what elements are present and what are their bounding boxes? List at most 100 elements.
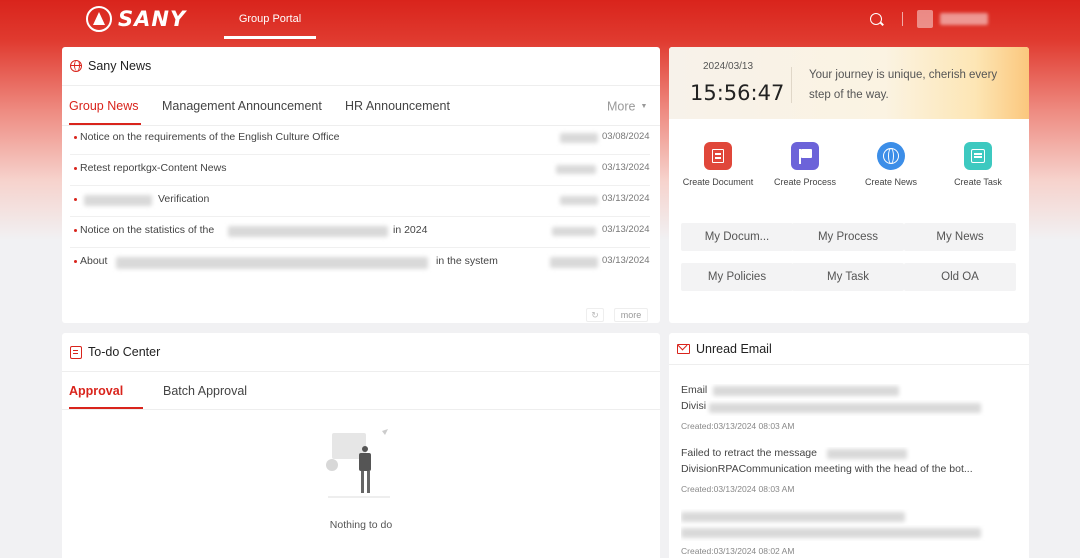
- tab-batch-approval[interactable]: Batch Approval: [163, 384, 247, 410]
- bullet-icon: [74, 229, 77, 232]
- avatar[interactable]: [917, 10, 933, 28]
- title-redacted: [84, 195, 152, 206]
- nav-tab-group-portal[interactable]: Group Portal: [224, 0, 316, 39]
- news-title-text: Sany News: [88, 59, 152, 73]
- todo-center-card: To-do Center Approval Batch Approval Not…: [62, 333, 660, 558]
- news-item-date: 03/13/2024: [602, 224, 650, 235]
- mail-icon: [677, 344, 690, 354]
- unread-email-card: Unread Email Email Divisi Created:03/13/…: [669, 333, 1029, 558]
- email-card-title: Unread Email: [677, 342, 772, 356]
- quick-action-label: Create Document: [682, 177, 754, 187]
- tab-hr-announcement[interactable]: HR Announcement: [345, 99, 450, 125]
- news-item-title[interactable]: Retest reportkgx-Content News: [80, 162, 226, 174]
- email-sender: Divisi: [681, 400, 707, 412]
- todo-card-title: To-do Center: [70, 345, 160, 359]
- email-sender: DivisionRPACommunication meeting with th…: [681, 463, 973, 475]
- create-process-button[interactable]: Create Process: [760, 142, 850, 187]
- tab-group-news[interactable]: Group News: [69, 99, 141, 125]
- subject-redacted: [827, 449, 907, 459]
- sany-logo-icon: [86, 6, 112, 32]
- task-icon: [964, 142, 992, 170]
- author-redacted: [556, 165, 596, 174]
- flag-icon: [791, 142, 819, 170]
- shortcut-my-documents[interactable]: My Docum...: [681, 223, 793, 251]
- globe-icon: [70, 60, 82, 72]
- logo-text: SANY: [118, 7, 187, 31]
- email-subject: Email: [681, 384, 708, 396]
- tab-management-announcement[interactable]: Management Announcement: [162, 99, 322, 125]
- quick-action-label: Create Task: [954, 177, 1002, 187]
- email-item[interactable]: Email Divisi Created:03/13/2024 08:03 AM: [681, 384, 1011, 431]
- news-item-title[interactable]: Notice on the requirements of the Englis…: [80, 131, 340, 143]
- empty-state-text: Nothing to do: [329, 519, 393, 531]
- email-item[interactable]: Failed to retract the message DivisionRP…: [681, 447, 1011, 494]
- more-tab-label: More: [607, 99, 636, 114]
- more-dropdown[interactable]: More ▼: [607, 99, 647, 114]
- news-item-title[interactable]: About: [80, 255, 107, 267]
- globe-icon: [877, 142, 905, 170]
- search-icon[interactable]: [870, 13, 882, 25]
- refresh-icon[interactable]: ↻: [586, 308, 604, 322]
- email-subject: Failed to retract the message: [681, 447, 817, 459]
- divider: [62, 85, 660, 86]
- bullet-icon: [74, 167, 77, 170]
- clock-banner: 2024/03/13 15:56:47 Your journey is uniq…: [669, 47, 1029, 119]
- shortcut-my-task[interactable]: My Task: [792, 263, 904, 291]
- motivational-quote: Your journey is unique, cherish every st…: [809, 69, 998, 101]
- quick-action-label: Create Process: [773, 177, 837, 187]
- news-tabs: Group News Management Announcement HR An…: [62, 93, 660, 125]
- news-item-title-suffix[interactable]: in 2024: [393, 224, 427, 236]
- top-header: SANY Group Portal: [0, 0, 1080, 40]
- subject-redacted: [713, 386, 899, 396]
- news-item-title[interactable]: Notice on the statistics of the: [80, 224, 214, 236]
- sender-redacted: [709, 403, 981, 413]
- author-redacted: [560, 133, 598, 143]
- document-icon: [704, 142, 732, 170]
- shortcut-old-oa[interactable]: Old OA: [904, 263, 1016, 291]
- username-redacted[interactable]: [940, 13, 988, 25]
- create-task-button[interactable]: Create Task: [933, 142, 1023, 187]
- clipboard-icon: [70, 345, 82, 359]
- more-button[interactable]: more: [614, 308, 648, 322]
- sany-logo[interactable]: SANY: [86, 6, 186, 32]
- empty-state-illustration: [326, 429, 390, 498]
- news-item-date: 03/13/2024: [602, 162, 650, 173]
- email-created-time: Created:03/13/2024 08:03 AM: [681, 484, 795, 494]
- news-item-title[interactable]: Verification: [158, 193, 209, 205]
- title-redacted: [228, 226, 388, 237]
- bullet-icon: [74, 136, 77, 139]
- create-document-button[interactable]: Create Document: [673, 142, 763, 187]
- bullet-icon: [74, 260, 77, 263]
- bullet-icon: [74, 198, 77, 201]
- news-item[interactable]: Retest reportkgx-Content News 03/13/2024: [70, 155, 650, 186]
- divider: [669, 364, 1029, 365]
- author-redacted: [550, 257, 598, 268]
- current-time: 15:56:47: [690, 81, 785, 105]
- author-redacted: [552, 227, 596, 236]
- tab-approval[interactable]: Approval: [69, 384, 143, 409]
- create-news-button[interactable]: Create News: [846, 142, 936, 187]
- news-item-title-suffix[interactable]: in the system: [436, 255, 498, 267]
- news-item[interactable]: About in the system 03/13/2024: [70, 248, 650, 279]
- shortcut-my-process[interactable]: My Process: [792, 223, 904, 251]
- email-title-text: Unread Email: [696, 342, 772, 356]
- title-redacted: [116, 257, 428, 269]
- header-divider: [902, 12, 903, 26]
- shortcut-my-news[interactable]: My News: [904, 223, 1016, 251]
- news-item-date: 03/13/2024: [602, 255, 650, 266]
- news-card-title: Sany News: [70, 59, 151, 73]
- divider: [791, 67, 792, 103]
- current-date: 2024/03/13: [703, 61, 754, 72]
- news-item-date: 03/08/2024: [602, 131, 650, 142]
- divider: [62, 371, 660, 372]
- email-item[interactable]: Created:03/13/2024 08:02 AM: [681, 509, 1011, 556]
- news-item[interactable]: Verification 03/13/2024: [70, 186, 650, 217]
- news-item[interactable]: Notice on the requirements of the Englis…: [70, 124, 650, 155]
- news-item[interactable]: Notice on the statistics of the in 2024 …: [70, 217, 650, 248]
- shortcut-my-policies[interactable]: My Policies: [681, 263, 793, 291]
- divider: [62, 409, 660, 410]
- caret-down-icon: ▼: [640, 103, 648, 111]
- quick-action-label: Create News: [864, 177, 918, 187]
- email-created-time: Created:03/13/2024 08:03 AM: [681, 421, 795, 431]
- sany-news-card: Sany News Group News Management Announce…: [62, 47, 660, 323]
